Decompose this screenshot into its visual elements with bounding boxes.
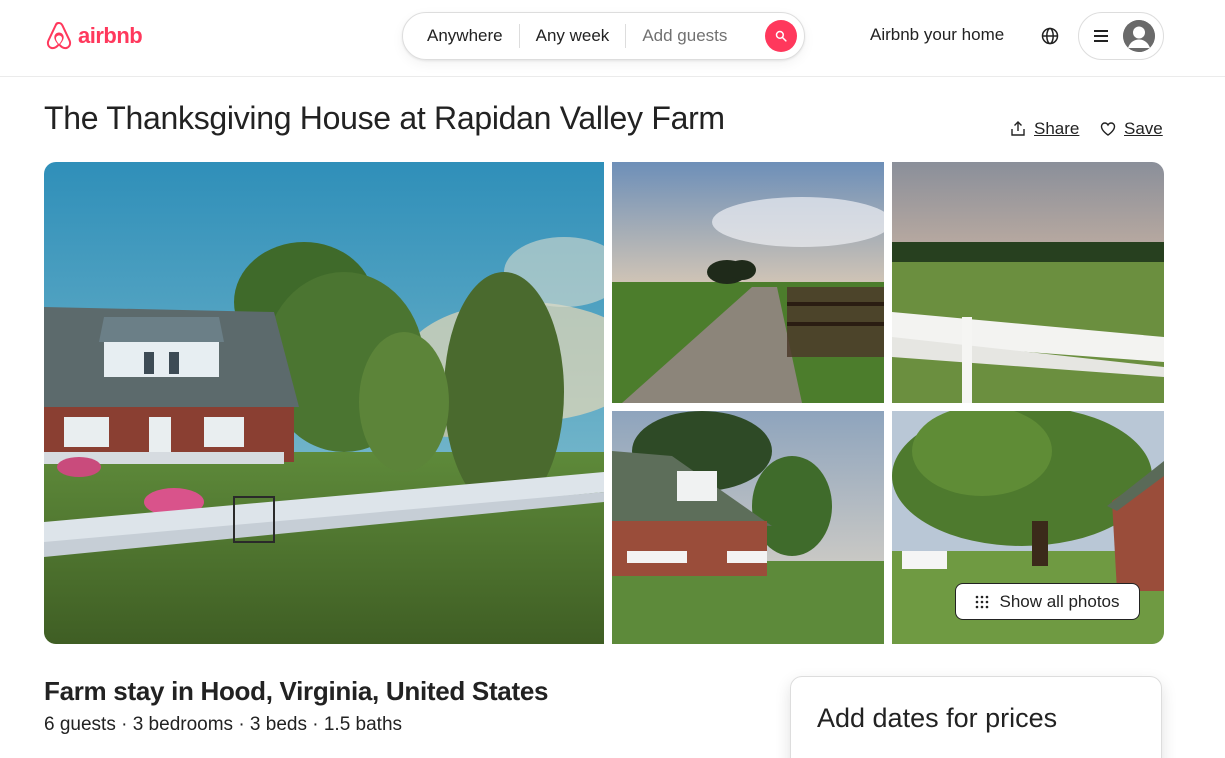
- farmhouse-image: [44, 162, 604, 644]
- booking-card: Add dates for prices: [790, 676, 1162, 758]
- share-icon: [1011, 121, 1025, 136]
- main-photo[interactable]: [44, 162, 604, 644]
- top-nav: airbnb Anywhere Any week Add guests Airb…: [0, 0, 1225, 77]
- grid-dots-icon: [976, 595, 989, 608]
- user-menu-button[interactable]: [1078, 12, 1164, 60]
- listing-subtitle: Farm stay in Hood, Virginia, United Stat…: [44, 676, 549, 706]
- listing-details: 6 guests · 3 bedrooms · 3 beds · 1.5 bat…: [44, 714, 403, 735]
- search-bar[interactable]: Anywhere Any week Add guests: [402, 12, 805, 60]
- show-all-label: Show all photos: [999, 591, 1120, 611]
- listing-title: The Thanksgiving House at Rapidan Valley…: [44, 100, 725, 136]
- menu-icon: [1094, 30, 1108, 42]
- save-button[interactable]: Save: [1100, 119, 1163, 139]
- show-all-photos-button[interactable]: Show all photos: [955, 583, 1140, 620]
- share-button[interactable]: Share: [1010, 119, 1079, 139]
- share-label: Share: [1034, 119, 1080, 138]
- airbnb-logo[interactable]: airbnb: [44, 20, 143, 52]
- photo-3[interactable]: [892, 162, 1164, 403]
- search-when[interactable]: Any week: [520, 13, 626, 59]
- globe-icon[interactable]: [1040, 26, 1060, 46]
- search-where[interactable]: Anywhere: [403, 13, 519, 59]
- logo-text: airbnb: [78, 23, 143, 48]
- airbnb-logo-icon: [46, 21, 72, 50]
- host-link[interactable]: Airbnb your home: [870, 25, 1004, 45]
- booking-title: Add dates for prices: [817, 703, 1058, 733]
- heart-icon: [1100, 122, 1116, 136]
- search-guests[interactable]: Add guests: [626, 13, 743, 59]
- search-button[interactable]: [765, 20, 797, 52]
- photo-4[interactable]: [612, 411, 884, 644]
- search-icon: [775, 30, 787, 42]
- save-label: Save: [1124, 119, 1163, 138]
- photo-2[interactable]: [612, 162, 884, 403]
- farm-road-image: [612, 162, 884, 403]
- pasture-image: [892, 162, 1164, 403]
- user-avatar-icon: [1123, 20, 1155, 52]
- house-side-image: [612, 411, 884, 644]
